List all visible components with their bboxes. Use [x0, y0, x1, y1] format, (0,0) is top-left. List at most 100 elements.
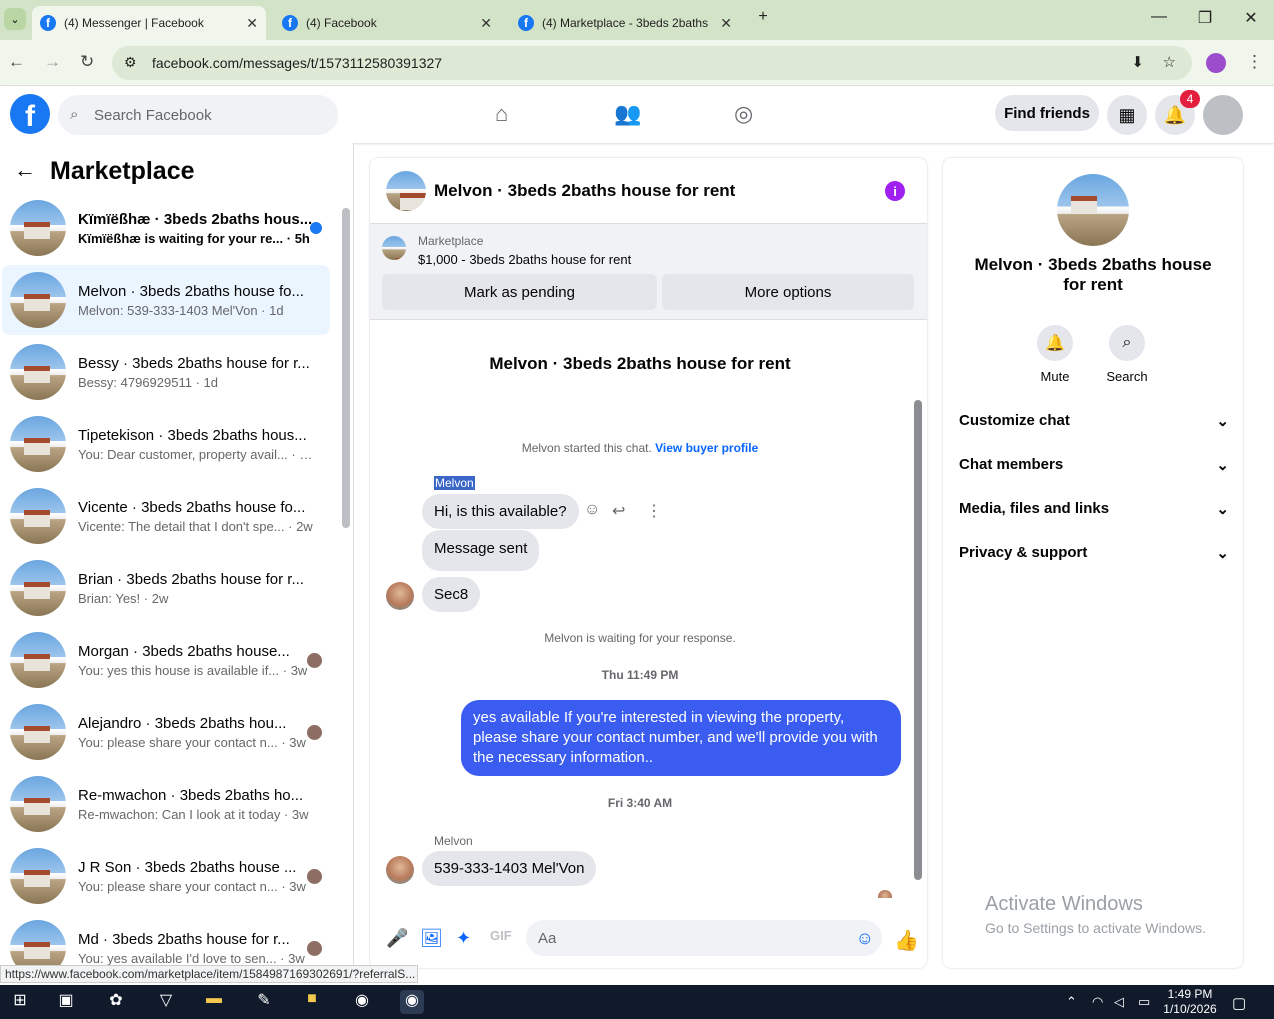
restore-icon[interactable]: ❐ — [1190, 8, 1220, 28]
search-chat-button[interactable]: ⌕ Search — [1091, 325, 1163, 384]
menu-kebab-icon[interactable]: ⋮ — [1246, 52, 1263, 72]
clock-date: 1/10/2026 — [1163, 1002, 1217, 1016]
account-avatar[interactable] — [1203, 95, 1243, 135]
chat-title[interactable]: Melvon · 3beds 2baths house for rent — [434, 181, 735, 201]
more-options-button[interactable]: More options — [662, 274, 914, 310]
facebook-logo[interactable]: f — [10, 94, 50, 134]
conversation-name: Melvon · 3beds 2baths house fo... — [78, 282, 304, 300]
friends-icon[interactable]: 👥 — [614, 101, 641, 127]
conversation-item[interactable]: Brian · 3beds 2baths house for r... Brian… — [2, 553, 330, 623]
notification-center-icon[interactable]: ▢ — [1232, 994, 1246, 1012]
new-tab-icon[interactable]: + — [748, 8, 778, 26]
forward-icon[interactable]: → — [44, 52, 61, 72]
copilot-icon[interactable]: ✿ — [104, 990, 128, 1014]
mark-pending-label: Mark as pending — [464, 283, 575, 301]
media-files-section[interactable]: Media, files and links ⌄ — [959, 500, 1229, 518]
home-icon[interactable]: ⌂ — [495, 101, 508, 127]
my-message-bubble[interactable]: yes available If you're interested in vi… — [461, 700, 901, 776]
conversation-name: J R Son · 3beds 2baths house ... — [78, 858, 297, 876]
microphone-icon[interactable]: 🎤 — [386, 928, 408, 949]
close-tab-icon[interactable]: ✕ — [720, 15, 732, 32]
info-icon[interactable]: i — [885, 181, 905, 201]
sender-avatar[interactable] — [386, 856, 414, 884]
message-bubble[interactable]: Message sent — [422, 530, 540, 571]
conversation-item[interactable]: Morgan · 3beds 2baths house... You: yes t… — [2, 625, 330, 695]
mute-button[interactable]: 🔔 Mute — [1019, 325, 1091, 384]
message-bubble[interactable]: Sec8 — [422, 577, 481, 612]
emoji-icon[interactable]: ☺ — [856, 928, 874, 949]
close-tab-icon[interactable]: ✕ — [246, 15, 258, 32]
conversation-item[interactable]: Vicente · 3beds 2baths house fo... Vicent… — [2, 481, 330, 551]
conversation-item[interactable]: Bessy · 3beds 2baths house for r... Bessy… — [2, 337, 330, 407]
gif-icon[interactable]: GIF — [490, 928, 512, 943]
mark-pending-button[interactable]: Mark as pending — [382, 274, 657, 310]
back-arrow-icon[interactable]: ← — [14, 157, 36, 183]
conversation-item[interactable]: J R Son · 3beds 2baths house ... You: ple… — [2, 841, 330, 911]
tab-search-button[interactable]: ⌄ — [4, 8, 26, 30]
conversation-item[interactable]: Tipetekison · 3beds 2baths hous... You: D… — [2, 409, 330, 479]
groups-icon[interactable]: ◎ — [734, 101, 753, 127]
minimize-icon[interactable]: — — [1144, 8, 1174, 26]
start-icon[interactable]: ⊞ — [8, 990, 32, 1014]
sidebar-scrollbar[interactable] — [342, 208, 350, 528]
conversation-item[interactable]: Kïmïëßhæ · 3beds 2baths hous... Kïmïëßhæ … — [2, 193, 330, 263]
volume-icon[interactable]: ◁ — [1114, 994, 1124, 1010]
reload-icon[interactable]: ↻ — [80, 52, 94, 72]
sticky-notes-icon[interactable]: ■ — [300, 990, 324, 1014]
message-bubble[interactable]: 539-333-1403 Mel'Von — [422, 851, 597, 886]
sender-avatar[interactable] — [386, 582, 414, 610]
tray-chevron-icon[interactable]: ⌃ — [1066, 994, 1077, 1010]
chrome-profile-icon[interactable]: ◉ — [400, 990, 424, 1014]
install-app-icon[interactable]: ⬇ — [1131, 53, 1144, 71]
profile-avatar-icon[interactable] — [1206, 53, 1226, 73]
tab-facebook[interactable]: f (4) Facebook ✕ — [274, 6, 500, 40]
facebook-favicon-icon: f — [40, 15, 56, 31]
wifi-icon[interactable]: ◠ — [1092, 994, 1103, 1010]
close-window-icon[interactable]: ✕ — [1236, 8, 1266, 28]
sticker-icon[interactable]: ✦ — [456, 928, 471, 949]
chrome-icon[interactable]: ◉ — [350, 990, 374, 1014]
find-friends-button[interactable]: Find friends — [995, 95, 1099, 131]
chat-members-section[interactable]: Chat members ⌄ — [959, 456, 1229, 474]
bookmark-star-icon[interactable]: ☆ — [1163, 53, 1176, 71]
conversation-item[interactable]: Alejandro · 3beds 2baths hou... You: plea… — [2, 697, 330, 767]
site-info-icon[interactable]: ⚙ — [124, 54, 137, 71]
conversation-info: Re-mwachon · 3beds 2baths ho... Re-mwacho… — [78, 787, 314, 822]
details-avatar[interactable] — [1057, 174, 1129, 246]
sender-name: Melvon — [434, 834, 473, 848]
tab-messenger[interactable]: f (4) Messenger | Facebook ✕ — [32, 6, 266, 40]
menu-grid-icon[interactable]: ▦ — [1107, 95, 1147, 135]
battery-icon[interactable]: ▭ — [1138, 994, 1150, 1010]
system-clock[interactable]: 1:49 PM 1/10/2026 — [1160, 987, 1220, 1017]
privacy-support-section[interactable]: Privacy & support ⌄ — [959, 544, 1229, 562]
section-label: Chat members — [959, 456, 1064, 473]
tab-title: (4) Facebook — [306, 16, 377, 30]
thread-scrollbar[interactable] — [914, 400, 922, 880]
conversation-item[interactable]: Md · 3beds 2baths house for r... You: yes… — [2, 913, 330, 965]
facebook-search-input[interactable]: ⌕ Search Facebook — [58, 95, 338, 135]
customize-chat-section[interactable]: Customize chat ⌄ — [959, 412, 1229, 430]
message-bubble[interactable]: Hi, is this available? — [422, 494, 579, 529]
tab-marketplace[interactable]: f (4) Marketplace - 3beds 2baths ✕ — [510, 6, 740, 40]
listing-thumbnail[interactable] — [382, 236, 406, 260]
back-icon[interactable]: ← — [8, 52, 25, 72]
task-view-icon[interactable]: ▣ — [54, 990, 78, 1014]
more-actions-icon[interactable]: ⋮ — [646, 501, 662, 521]
conversation-item[interactable]: Re-mwachon · 3beds 2baths ho... Re-mwacho… — [2, 769, 330, 839]
vpn-app-icon[interactable]: ▽ — [154, 990, 178, 1014]
message-input[interactable]: Aa ☺ — [526, 920, 882, 956]
reply-icon[interactable]: ↩ — [612, 501, 625, 521]
chat-avatar[interactable] — [386, 170, 426, 211]
watermark-title: Activate Windows — [985, 893, 1143, 915]
marketplace-listing-banner: Marketplace $1,000 - 3beds 2baths house … — [370, 224, 927, 320]
paint-icon[interactable]: ✎ — [252, 990, 276, 1014]
close-tab-icon[interactable]: ✕ — [480, 15, 492, 32]
view-buyer-profile-link[interactable]: View buyer profile — [655, 441, 758, 455]
listing-title[interactable]: $1,000 - 3beds 2baths house for rent — [418, 252, 631, 267]
file-explorer-icon[interactable]: ▬ — [202, 990, 226, 1014]
react-emoji-icon[interactable]: ☺ — [584, 501, 600, 519]
photo-icon[interactable]: 🖼 — [420, 928, 443, 949]
conversation-item[interactable]: Melvon · 3beds 2baths house fo... Melvon:… — [2, 265, 330, 335]
url-bar[interactable]: ⚙ facebook.com/messages/t/15731125803913… — [112, 46, 1192, 80]
thumbs-up-icon[interactable]: 👍 — [894, 928, 919, 953]
